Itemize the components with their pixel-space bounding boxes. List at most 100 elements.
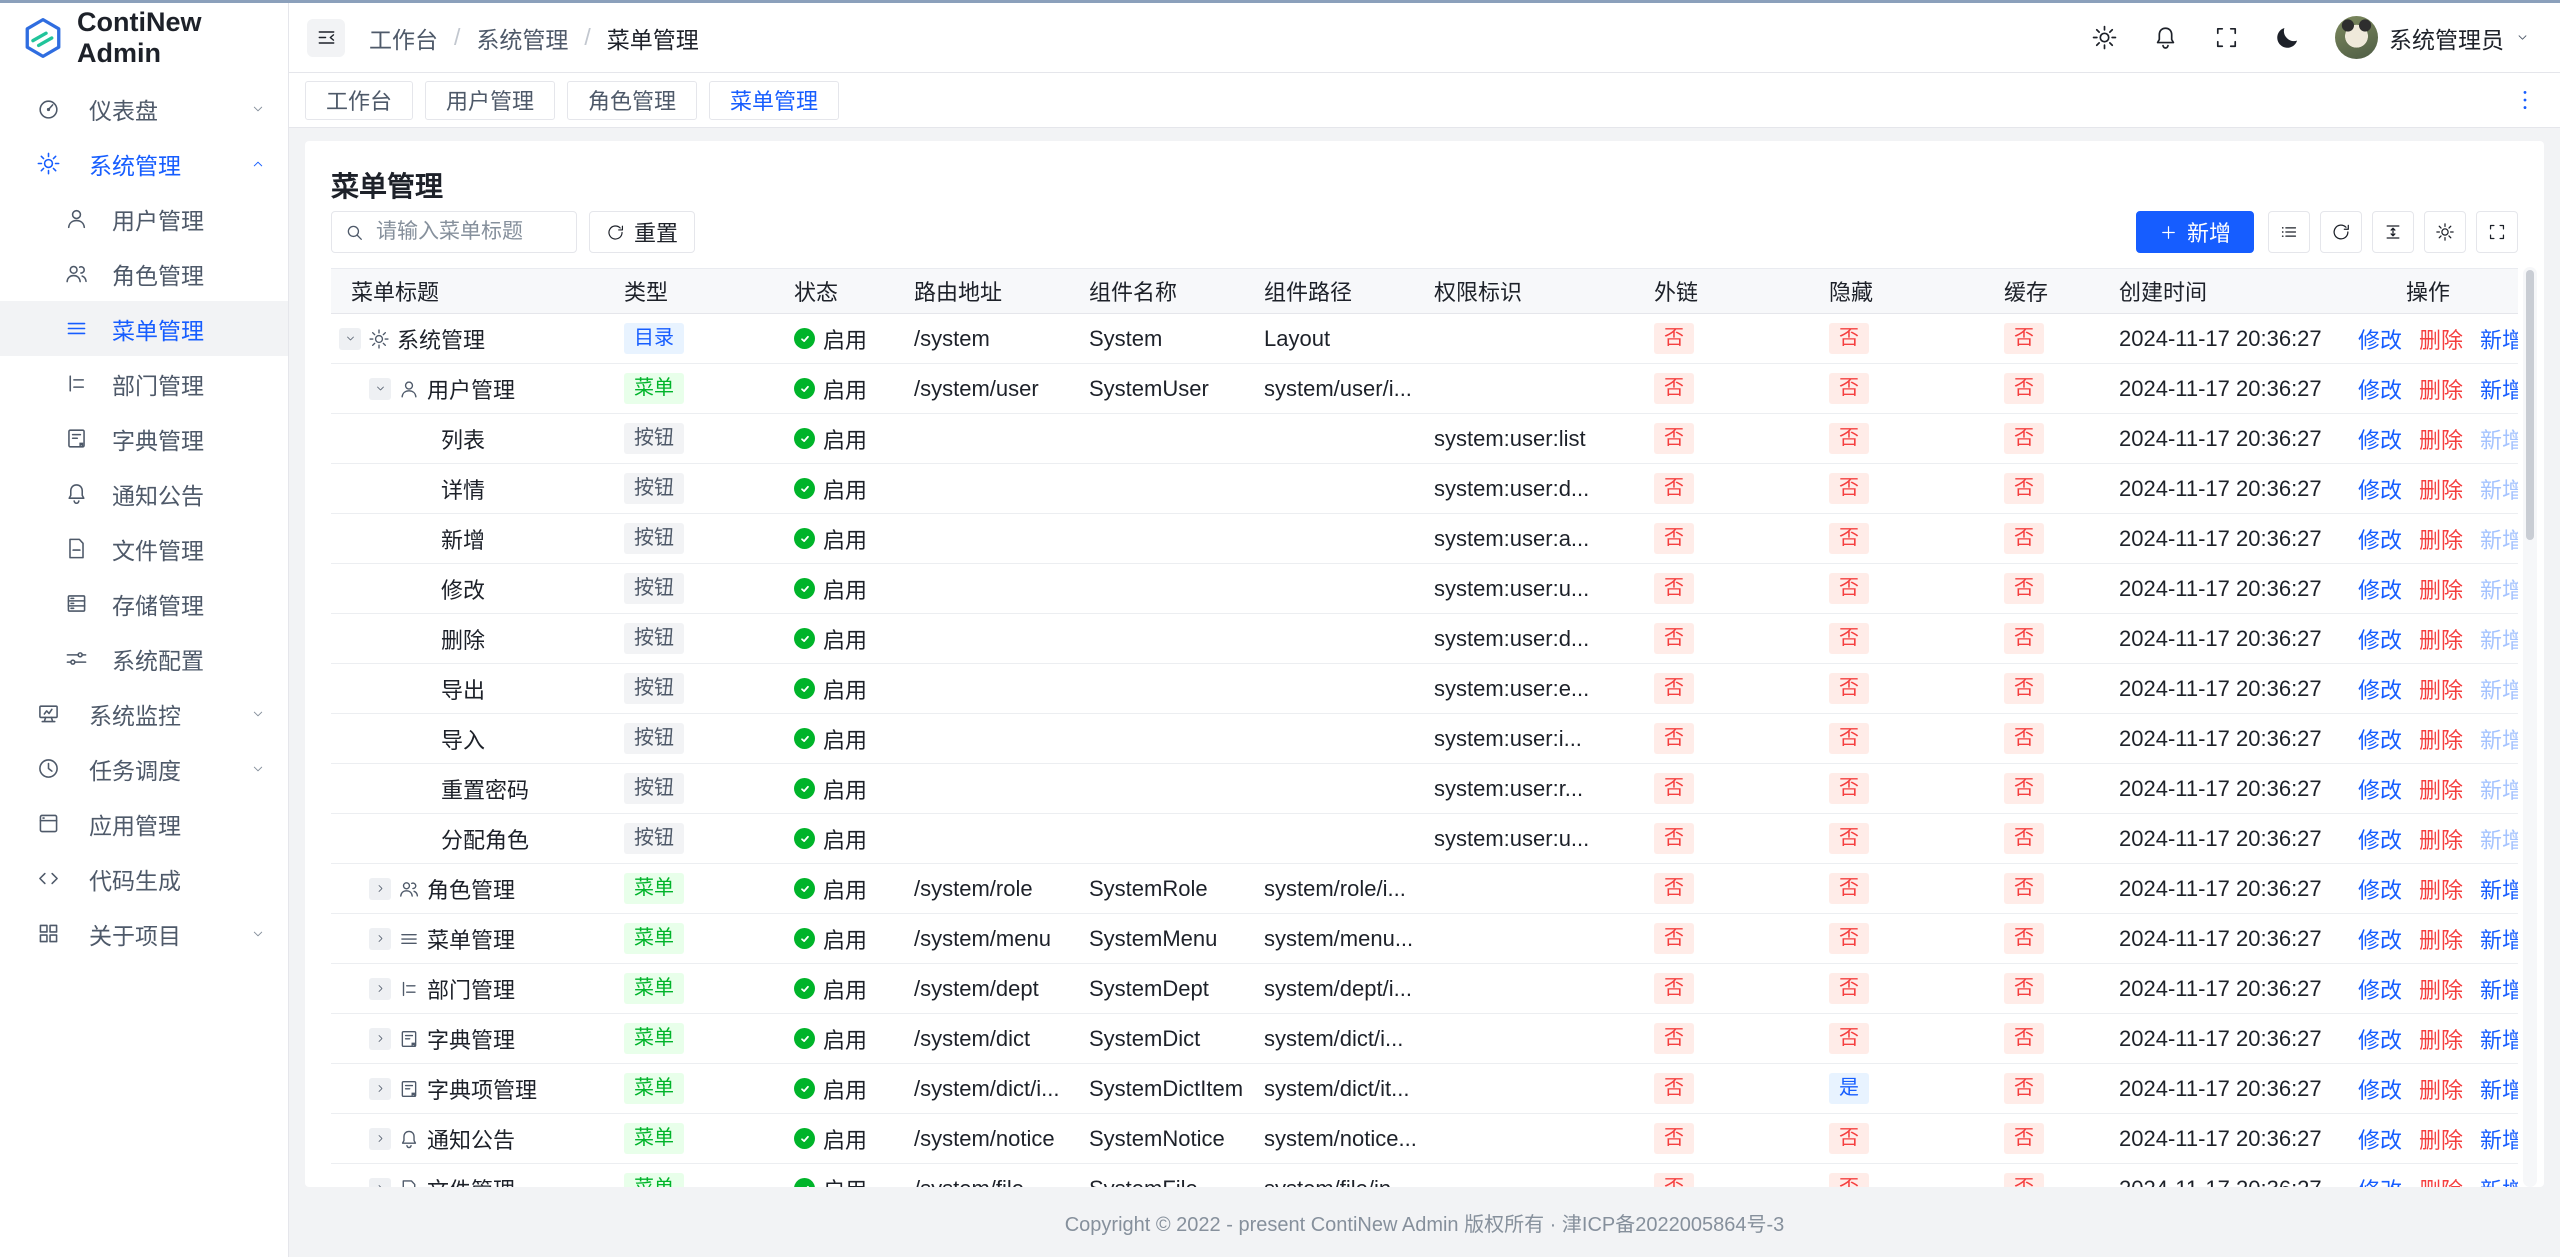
delete-link[interactable]: 删除 bbox=[2419, 673, 2463, 705]
scrollbar-thumb[interactable] bbox=[2526, 270, 2534, 540]
delete-link[interactable]: 删除 bbox=[2419, 623, 2463, 655]
sidebar-item-应用管理[interactable]: 应用管理 bbox=[0, 796, 288, 851]
edit-link[interactable]: 修改 bbox=[2358, 473, 2402, 505]
edit-link[interactable]: 修改 bbox=[2358, 1123, 2402, 1155]
row-expand-caret[interactable] bbox=[369, 1028, 391, 1050]
tab-菜单管理[interactable]: 菜单管理 bbox=[709, 81, 839, 120]
delete-link[interactable]: 删除 bbox=[2419, 523, 2463, 555]
add-link[interactable]: 新增 bbox=[2480, 773, 2518, 805]
list-view-button[interactable] bbox=[2268, 211, 2310, 253]
delete-link[interactable]: 删除 bbox=[2419, 373, 2463, 405]
edit-link[interactable]: 修改 bbox=[2358, 1173, 2402, 1188]
delete-link[interactable]: 删除 bbox=[2419, 423, 2463, 455]
edit-link[interactable]: 修改 bbox=[2358, 923, 2402, 955]
edit-link[interactable]: 修改 bbox=[2358, 623, 2402, 655]
sidebar-item-系统配置[interactable]: 系统配置 bbox=[0, 631, 288, 686]
fullscreen-icon[interactable] bbox=[2213, 24, 2240, 51]
delete-link[interactable]: 删除 bbox=[2419, 723, 2463, 755]
row-expand-caret[interactable] bbox=[369, 878, 391, 900]
refresh-button[interactable] bbox=[2320, 211, 2362, 253]
add-link[interactable]: 新增 bbox=[2480, 523, 2518, 555]
table-fullscreen-button[interactable] bbox=[2476, 211, 2518, 253]
sidebar-item-字典管理[interactable]: 字典管理 bbox=[0, 411, 288, 466]
sidebar-item-用户管理[interactable]: 用户管理 bbox=[0, 191, 288, 246]
edit-link[interactable]: 修改 bbox=[2358, 523, 2402, 555]
row-expand-caret[interactable] bbox=[369, 1078, 391, 1100]
add-link[interactable]: 新增 bbox=[2480, 923, 2518, 955]
sidebar-item-代码生成[interactable]: 代码生成 bbox=[0, 851, 288, 906]
edit-link[interactable]: 修改 bbox=[2358, 773, 2402, 805]
notifications-icon[interactable] bbox=[2152, 24, 2179, 51]
table-settings-button[interactable] bbox=[2424, 211, 2466, 253]
breadcrumb-item[interactable]: 系统管理 bbox=[476, 21, 568, 55]
edit-link[interactable]: 修改 bbox=[2358, 723, 2402, 755]
row-expand-caret[interactable] bbox=[369, 1128, 391, 1150]
sidebar-item-关于项目[interactable]: 关于项目 bbox=[0, 906, 288, 961]
row-expand-caret[interactable] bbox=[369, 928, 391, 950]
tab-用户管理[interactable]: 用户管理 bbox=[425, 81, 555, 120]
add-link[interactable]: 新增 bbox=[2480, 873, 2518, 905]
add-link[interactable]: 新增 bbox=[2480, 623, 2518, 655]
settings-icon[interactable] bbox=[2091, 24, 2118, 51]
tab-more-icon[interactable] bbox=[2512, 87, 2538, 113]
delete-link[interactable]: 删除 bbox=[2419, 1173, 2463, 1188]
sidebar-item-文件管理[interactable]: 文件管理 bbox=[0, 521, 288, 576]
add-button[interactable]: 新增 bbox=[2136, 211, 2254, 253]
sidebar-item-角色管理[interactable]: 角色管理 bbox=[0, 246, 288, 301]
edit-link[interactable]: 修改 bbox=[2358, 373, 2402, 405]
edit-link[interactable]: 修改 bbox=[2358, 873, 2402, 905]
delete-link[interactable]: 删除 bbox=[2419, 773, 2463, 805]
sidebar-item-菜单管理[interactable]: 菜单管理 bbox=[0, 301, 288, 356]
delete-link[interactable]: 删除 bbox=[2419, 473, 2463, 505]
delete-link[interactable]: 删除 bbox=[2419, 1073, 2463, 1105]
breadcrumb-item[interactable]: 菜单管理 bbox=[607, 21, 699, 55]
edit-link[interactable]: 修改 bbox=[2358, 573, 2402, 605]
sidebar-item-系统管理[interactable]: 系统管理 bbox=[0, 136, 288, 191]
dark-mode-icon[interactable] bbox=[2274, 24, 2301, 51]
sidebar-item-系统监控[interactable]: 系统监控 bbox=[0, 686, 288, 741]
add-link[interactable]: 新增 bbox=[2480, 673, 2518, 705]
sidebar-item-通知公告[interactable]: 通知公告 bbox=[0, 466, 288, 521]
delete-link[interactable]: 删除 bbox=[2419, 973, 2463, 1005]
collapse-sidebar-button[interactable] bbox=[307, 19, 345, 57]
add-link[interactable]: 新增 bbox=[2480, 373, 2518, 405]
user-menu[interactable]: 系统管理员 bbox=[2335, 16, 2530, 59]
add-link[interactable]: 新增 bbox=[2480, 973, 2518, 1005]
row-collapse-caret[interactable] bbox=[339, 328, 361, 350]
add-link[interactable]: 新增 bbox=[2480, 1023, 2518, 1055]
row-expand-caret[interactable] bbox=[369, 978, 391, 1000]
sidebar-item-存储管理[interactable]: 存储管理 bbox=[0, 576, 288, 631]
add-link[interactable]: 新增 bbox=[2480, 473, 2518, 505]
sidebar-item-仪表盘[interactable]: 仪表盘 bbox=[0, 81, 288, 136]
tab-角色管理[interactable]: 角色管理 bbox=[567, 81, 697, 120]
add-link[interactable]: 新增 bbox=[2480, 823, 2518, 855]
edit-link[interactable]: 修改 bbox=[2358, 673, 2402, 705]
sidebar-item-部门管理[interactable]: 部门管理 bbox=[0, 356, 288, 411]
delete-link[interactable]: 删除 bbox=[2419, 1023, 2463, 1055]
row-expand-caret[interactable] bbox=[369, 1178, 391, 1188]
add-link[interactable]: 新增 bbox=[2480, 423, 2518, 455]
delete-link[interactable]: 删除 bbox=[2419, 323, 2463, 355]
add-link[interactable]: 新增 bbox=[2480, 723, 2518, 755]
table-scrollbar[interactable] bbox=[2523, 267, 2537, 1187]
tab-工作台[interactable]: 工作台 bbox=[305, 81, 413, 120]
edit-link[interactable]: 修改 bbox=[2358, 1023, 2402, 1055]
sidebar-item-任务调度[interactable]: 任务调度 bbox=[0, 741, 288, 796]
delete-link[interactable]: 删除 bbox=[2419, 573, 2463, 605]
edit-link[interactable]: 修改 bbox=[2358, 973, 2402, 1005]
add-link[interactable]: 新增 bbox=[2480, 1123, 2518, 1155]
row-height-button[interactable] bbox=[2372, 211, 2414, 253]
add-link[interactable]: 新增 bbox=[2480, 323, 2518, 355]
row-collapse-caret[interactable] bbox=[369, 378, 391, 400]
add-link[interactable]: 新增 bbox=[2480, 1073, 2518, 1105]
add-link[interactable]: 新增 bbox=[2480, 1173, 2518, 1188]
delete-link[interactable]: 删除 bbox=[2419, 1123, 2463, 1155]
edit-link[interactable]: 修改 bbox=[2358, 323, 2402, 355]
edit-link[interactable]: 修改 bbox=[2358, 1073, 2402, 1105]
delete-link[interactable]: 删除 bbox=[2419, 873, 2463, 905]
search-input[interactable] bbox=[374, 219, 564, 245]
delete-link[interactable]: 删除 bbox=[2419, 923, 2463, 955]
delete-link[interactable]: 删除 bbox=[2419, 823, 2463, 855]
add-link[interactable]: 新增 bbox=[2480, 573, 2518, 605]
edit-link[interactable]: 修改 bbox=[2358, 823, 2402, 855]
